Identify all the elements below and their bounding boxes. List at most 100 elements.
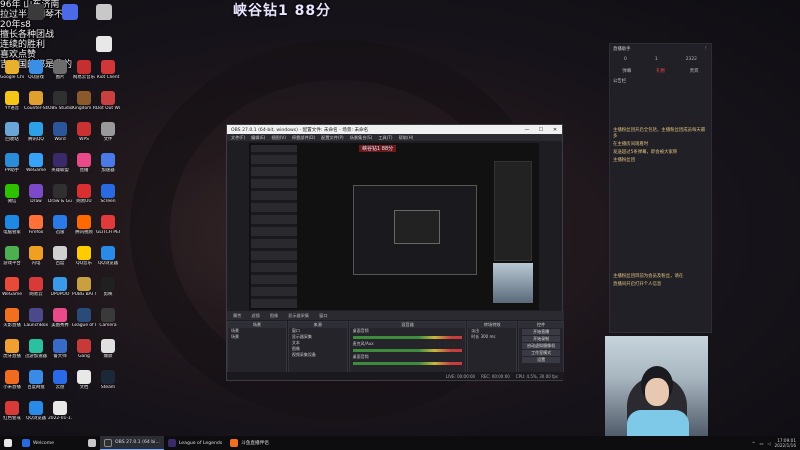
desktop-icon[interactable]: 网易云音乐 [72, 60, 96, 86]
desktop-icon[interactable]: 闪电 [24, 246, 48, 272]
desktop-icon[interactable]: 游戏平台 [0, 246, 24, 272]
desktop-icon[interactable]: Riot Client [96, 60, 120, 86]
desktop-icon[interactable]: WeGame [0, 277, 24, 303]
start-button[interactable] [0, 436, 18, 450]
pinned-app-icon[interactable] [96, 36, 112, 52]
more-icon[interactable]: ⋮ [704, 46, 708, 52]
desktop-icon[interactable]: 微信 [0, 184, 24, 210]
desktop-icon[interactable]: Camera [96, 308, 120, 334]
obs-titlebar[interactable]: OBS 27.0.1 (64-bit, windows) - 配置文件: 未命名… [227, 125, 562, 134]
menu-file[interactable]: 文件(F) [231, 135, 245, 141]
desktop-icon[interactable]: LaunchBox [24, 308, 48, 334]
menu-scene-collection[interactable]: 场景集合(S) [350, 135, 373, 141]
menu-profile[interactable]: 配置文件(P) [321, 135, 344, 141]
transitions-dock[interactable]: 转场特效 淡出 时长 300 ms [467, 321, 518, 373]
taskbar-item-obs[interactable]: OBS 27.0.1 (64 bi... [100, 436, 164, 450]
desktop-icon[interactable]: 网易云 [24, 277, 48, 303]
desktop-icon[interactable]: 火影直播 [0, 308, 24, 334]
desktop-icon[interactable]: Steam [96, 370, 120, 396]
volume-meter[interactable] [352, 336, 463, 339]
obs-preview[interactable]: 峡谷钻1 88分 [249, 143, 539, 310]
desktop-icon[interactable]: 网易UU [72, 184, 96, 210]
filters-button[interactable]: 滤镜 [251, 313, 259, 319]
settings-button[interactable]: 设置 [522, 357, 561, 363]
pinned-app-icon[interactable] [62, 4, 78, 20]
desktop-icon[interactable]: 云盘 [48, 370, 72, 396]
desktop-icon[interactable]: OBS Studio [48, 91, 72, 117]
desktop-icon[interactable]: GLITCH PEOPLE [96, 215, 120, 241]
menu-help[interactable]: 帮助(H) [399, 135, 414, 141]
pinned-app-icon[interactable] [28, 4, 44, 20]
obs-window[interactable]: OBS 27.0.1 (64-bit, windows) - 配置文件: 未命名… [226, 124, 565, 381]
desktop-icon[interactable]: WeGame [24, 153, 48, 179]
desktop-icon[interactable]: 红色警戒 [0, 401, 24, 427]
mixer-dock[interactable]: 混音器 桌面音频 麦克风/Aux 桌面音频 [348, 321, 467, 373]
desktop-icon[interactable]: UPUPOO [48, 277, 72, 303]
tab-danmu[interactable]: 弹幕 [622, 68, 631, 74]
desktop-icon[interactable]: QQ音乐 [72, 246, 96, 272]
desktop-icon[interactable]: Word [48, 122, 72, 148]
desktop-icon[interactable]: 爆款 [96, 339, 120, 365]
desktop-icon[interactable]: PUBG BATTLEGR [72, 277, 96, 303]
studio-mode-button[interactable]: 工作室模式 [522, 350, 561, 356]
desktop-icon[interactable]: Screen [96, 184, 120, 210]
pinned-app-icon[interactable] [96, 4, 112, 20]
desktop-icon[interactable]: 文档 [72, 370, 96, 396]
tab-gifts[interactable]: 礼物 [656, 68, 665, 74]
desktop-icon[interactable]: 迅雷 [48, 215, 72, 241]
tray-up-icon[interactable]: ^ [752, 441, 756, 446]
desktop-icon[interactable]: 图片 [48, 60, 72, 86]
desktop-icon[interactable]: 2022-01-11 [48, 401, 72, 427]
desktop-icon[interactable]: League of Legends [72, 308, 96, 334]
desktop-icon[interactable]: YY语音 [0, 91, 24, 117]
desktop-icon[interactable]: QQ浏览器 [24, 401, 48, 427]
menu-docks[interactable]: 停靠部件(D) [292, 135, 315, 141]
desktop-icon[interactable]: 小米直播 [0, 370, 24, 396]
volume-meter[interactable] [352, 349, 463, 352]
taskbar-item[interactable] [84, 436, 100, 450]
volume-meter[interactable] [352, 362, 463, 365]
desktop-icon[interactable]: 鲁大师 [48, 339, 72, 365]
desktop-icon[interactable]: 虎牙直播 [0, 339, 24, 365]
sources-dock[interactable]: 来源 窗口 显示器采集 文本 图像 视频采集设备 [287, 321, 348, 373]
desktop-icon[interactable]: 美图秀秀 [48, 308, 72, 334]
scenes-dock[interactable]: 场景 场景 场景 [227, 321, 287, 373]
tab-vip[interactable]: 贵宾 [690, 68, 699, 74]
desktop-icon[interactable]: 文件 [96, 122, 120, 148]
taskbar-item-lol[interactable]: League of Legends [164, 436, 226, 450]
network-icon[interactable]: ▭ [759, 441, 763, 446]
desktop-icon[interactable]: Gang [72, 339, 96, 365]
transition-duration[interactable]: 时长 300 ms [468, 334, 516, 340]
virtual-camera-button[interactable]: 启动虚拟摄像机 [522, 343, 561, 349]
desktop-icon[interactable]: WPS [72, 122, 96, 148]
close-icon[interactable]: ✕ [548, 127, 562, 133]
window-label[interactable]: 窗口 [319, 313, 327, 319]
maximize-icon[interactable]: ☐ [534, 127, 548, 133]
clock[interactable]: 17:09:01 2022/1/16 [775, 438, 796, 448]
desktop-icon[interactable]: 迅游加速器 [24, 339, 48, 365]
desktop-icon[interactable]: 剪映 [96, 277, 120, 303]
desktop-icon[interactable]: Counter-Strike [24, 91, 48, 117]
desktop-icon[interactable]: 百度 [48, 246, 72, 272]
chat-panel[interactable]: 直播助手 ⋮ 0 1 2322 弹幕 礼物 贵宾 公告栏 主播粉丝团开启全包括，… [609, 43, 712, 333]
desktop-icon[interactable]: PP助手 [0, 153, 24, 179]
desktop-icon[interactable]: Kingdom Rush [72, 91, 96, 117]
desktop-icon[interactable]: 直播 [72, 153, 96, 179]
menu-view[interactable]: 视图(V) [271, 135, 286, 141]
image-label[interactable]: 图像 [270, 313, 278, 319]
desktop-icon[interactable]: 电脑管家 [0, 215, 24, 241]
desktop-icon[interactable]: 回收站 [0, 122, 24, 148]
taskbar-item[interactable]: Welcome [18, 436, 58, 450]
desktop-icon[interactable]: 腾讯QQ [24, 122, 48, 148]
desktop-icon[interactable]: Draw [24, 184, 48, 210]
volume-icon[interactable]: ◁ [767, 441, 770, 446]
desktop-icon[interactable]: 腾讯视频 [72, 215, 96, 241]
desktop-icon[interactable]: 百度网盘 [24, 370, 48, 396]
desktop-icon[interactable]: Google Chrome [0, 60, 24, 86]
properties-button[interactable]: 属性 [233, 313, 241, 319]
desktop-icon[interactable]: 英雄联盟 [48, 153, 72, 179]
desktop-icon[interactable]: Firefox [24, 215, 48, 241]
desktop-icon[interactable]: 加速器 [96, 153, 120, 179]
desktop-icon[interactable]: Dot Out World [96, 91, 120, 117]
source-item[interactable]: 视频采集设备 [289, 352, 347, 358]
